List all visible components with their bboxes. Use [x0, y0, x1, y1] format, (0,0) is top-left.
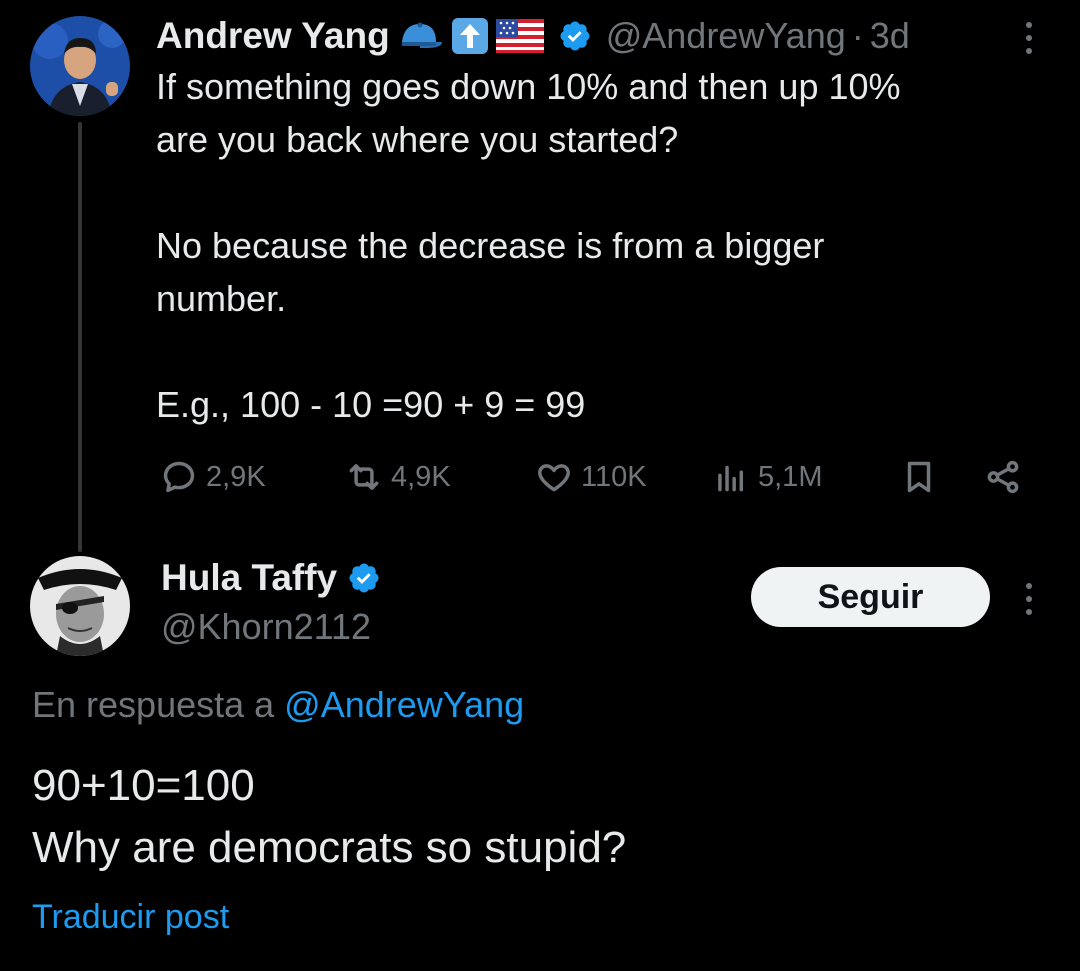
avatar-hula-taffy-image	[30, 556, 130, 656]
translate-post-link[interactable]: Traducir post	[32, 898, 229, 937]
more-options-icon[interactable]	[1026, 22, 1032, 54]
reply-author-block: Hula Taffy @Khorn2112	[161, 554, 381, 648]
reply-icon	[163, 461, 195, 493]
reply-text: 90+10=100 Why are democrats so stupid?	[32, 755, 626, 879]
us-flag-icon	[495, 19, 544, 53]
bookmark-icon	[907, 461, 931, 493]
verified-badge-icon	[558, 19, 592, 53]
heart-icon	[538, 464, 570, 492]
more-options-icon[interactable]	[1026, 583, 1032, 615]
tweet-line: are you back where you started?	[156, 119, 679, 160]
reply-line: 90+10=100	[32, 761, 255, 810]
avatar-andrew-yang-image	[30, 16, 130, 116]
repost-count: 4,9K	[391, 460, 451, 493]
tweet-header: Andrew Yang @AndrewYang · 3d	[156, 12, 910, 60]
in-reply-prefix: En respuesta a	[32, 684, 275, 725]
in-reply-handle-link[interactable]: @AndrewYang	[284, 684, 524, 725]
verified-badge-icon	[347, 561, 381, 595]
like-count: 110K	[581, 460, 647, 493]
views-button[interactable]: 5,1M	[712, 458, 822, 496]
reply-line: Why are democrats so stupid?	[32, 823, 627, 872]
author-handle[interactable]: @AndrewYang	[606, 15, 846, 57]
reply-button[interactable]: 2,9K	[160, 458, 266, 496]
tweet-line: No because the decrease is from a bigger	[156, 225, 825, 266]
tweet-line: number.	[156, 278, 287, 319]
follow-button[interactable]: Seguir	[751, 567, 990, 627]
avatar[interactable]	[30, 16, 130, 116]
in-reply-to: En respuesta a @AndrewYang	[32, 684, 524, 726]
repost-button[interactable]: 4,9K	[345, 458, 451, 496]
tweet-line: E.g., 100 - 10 =90 + 9 = 99	[156, 384, 586, 425]
repost-icon	[349, 464, 379, 490]
views-icon	[718, 465, 744, 492]
cap-icon	[396, 18, 444, 54]
dot-separator: ·	[851, 15, 864, 56]
share-button[interactable]	[984, 458, 1022, 496]
timestamp[interactable]: 3d	[870, 15, 910, 57]
author-handle[interactable]: @Khorn2112	[161, 606, 381, 648]
author-name[interactable]: Andrew Yang	[156, 15, 390, 57]
like-button[interactable]: 110K	[535, 458, 647, 496]
bookmark-button[interactable]	[900, 458, 938, 496]
tweet-text: If something goes down 10% and then up 1…	[156, 60, 1056, 431]
tweet-line: If something goes down 10% and then up 1…	[156, 66, 901, 107]
reply-count: 2,9K	[206, 460, 266, 493]
author-name[interactable]: Hula Taffy	[161, 557, 337, 599]
up-arrow-icon	[450, 16, 490, 56]
share-icon	[987, 460, 1019, 494]
avatar[interactable]	[30, 556, 130, 656]
thread-connector-line	[78, 122, 82, 552]
views-count: 5,1M	[758, 460, 823, 493]
